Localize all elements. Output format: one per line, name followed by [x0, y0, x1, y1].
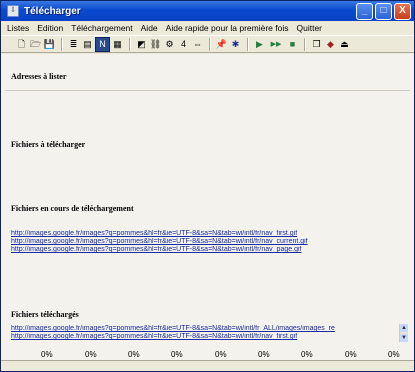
- toolbar-separator: [61, 37, 63, 51]
- image-icon[interactable]: ◩: [135, 38, 148, 51]
- progress-value: 0%: [258, 350, 270, 359]
- play-icon[interactable]: ▶: [253, 38, 266, 51]
- toolbar-separator: [304, 37, 306, 51]
- list-icon[interactable]: ≣: [67, 38, 80, 51]
- downloaded-list: http://images.google.fr/images?q=pommes&…: [11, 325, 391, 341]
- status-bar: [1, 360, 414, 371]
- progress-value: 0%: [388, 350, 400, 359]
- window-icon[interactable]: ❐: [310, 38, 323, 51]
- in-progress-list: http://images.google.fr/images?q=pommes&…: [11, 230, 391, 254]
- stop-icon[interactable]: ■: [286, 38, 299, 51]
- scroll-down-icon[interactable]: ▼: [400, 334, 408, 342]
- progress-value: 0%: [215, 350, 227, 359]
- layers-icon[interactable]: ◆: [324, 38, 337, 51]
- in-progress-url-2[interactable]: http://images.google.fr/images?q=pommes&…: [11, 238, 391, 246]
- nav-arrows-icon[interactable]: ⇔: [191, 38, 204, 51]
- run-icon[interactable]: ✱: [229, 38, 242, 51]
- toolbar: 🗋 🗁 💾 ≣ ▤ N ▦ ◩ ⛓ ⚙ 4 ⇔ 📌 ✱ ▶ ▶▶ ■ ❐ ◆ ⏏: [1, 35, 414, 53]
- download-window: ⇩ Télécharger _ □ X Listes Edition Téléc…: [0, 0, 415, 372]
- save-icon[interactable]: 💾: [43, 38, 56, 51]
- in-progress-url-3[interactable]: http://images.google.fr/images?q=pommes&…: [11, 246, 391, 254]
- section-addresses: Adresses à lister: [11, 72, 67, 81]
- pin-icon[interactable]: 📌: [215, 38, 228, 51]
- menu-edition[interactable]: Edition: [37, 23, 63, 33]
- progress-value: 0%: [301, 350, 313, 359]
- toolbar-separator: [209, 37, 211, 51]
- link-icon[interactable]: ⛓: [149, 38, 162, 51]
- new-icon[interactable]: 🗋: [15, 38, 28, 51]
- section-files-to-download: Fichiers à télécharger: [11, 140, 86, 149]
- menu-quitter[interactable]: Quitter: [297, 23, 323, 33]
- divider: [5, 90, 410, 91]
- downloaded-url-2[interactable]: http://images.google.fr/images?q=pommes&…: [11, 333, 391, 341]
- maximize-button[interactable]: □: [375, 3, 392, 20]
- counter-value: 4: [180, 38, 186, 49]
- view-icon[interactable]: ▤: [81, 38, 94, 51]
- progress-value: 0%: [85, 350, 97, 359]
- title-bar[interactable]: ⇩ Télécharger _ □ X: [1, 1, 414, 21]
- progress-value: 0%: [41, 350, 53, 359]
- menu-bar: Listes Edition Téléchargement Aide Aide …: [1, 21, 414, 35]
- content-area: Adresses à lister Fichiers à télécharger…: [1, 54, 414, 371]
- menu-aide[interactable]: Aide: [141, 23, 158, 33]
- downloaded-url-1[interactable]: http://images.google.fr/images?q=pommes&…: [11, 325, 391, 333]
- menu-aide-rapide[interactable]: Aide rapide pour la première fois: [166, 23, 289, 33]
- open-icon[interactable]: 🗁: [29, 38, 42, 51]
- progress-value: 0%: [171, 350, 183, 359]
- toolbar-separator: [129, 37, 131, 51]
- grid-icon[interactable]: ▦: [111, 38, 124, 51]
- window-title: Télécharger: [24, 5, 81, 17]
- progress-value: 0%: [345, 350, 357, 359]
- window-controls: _ □ X: [356, 3, 411, 20]
- progress-value: 0%: [128, 350, 140, 359]
- downloaded-scrollbar[interactable]: ▲ ▼: [399, 324, 408, 342]
- close-button[interactable]: X: [394, 3, 411, 20]
- scroll-up-icon[interactable]: ▲: [400, 324, 408, 332]
- toolbar-separator: [247, 37, 249, 51]
- section-in-progress: Fichiers en cours de téléchargement: [11, 204, 134, 213]
- menu-listes[interactable]: Listes: [7, 23, 29, 33]
- minimize-button[interactable]: _: [356, 3, 373, 20]
- download-app-icon: ⇩: [7, 5, 19, 17]
- exit-icon[interactable]: ⏏: [338, 38, 351, 51]
- section-downloaded: Fichiers téléchargés: [11, 310, 79, 319]
- in-progress-url-1[interactable]: http://images.google.fr/images?q=pommes&…: [11, 230, 391, 238]
- view-selected-icon[interactable]: N: [95, 36, 110, 52]
- menu-telechargement[interactable]: Téléchargement: [71, 23, 132, 33]
- settings-icon[interactable]: ⚙: [163, 38, 176, 51]
- play-all-icon[interactable]: ▶▶: [267, 38, 285, 51]
